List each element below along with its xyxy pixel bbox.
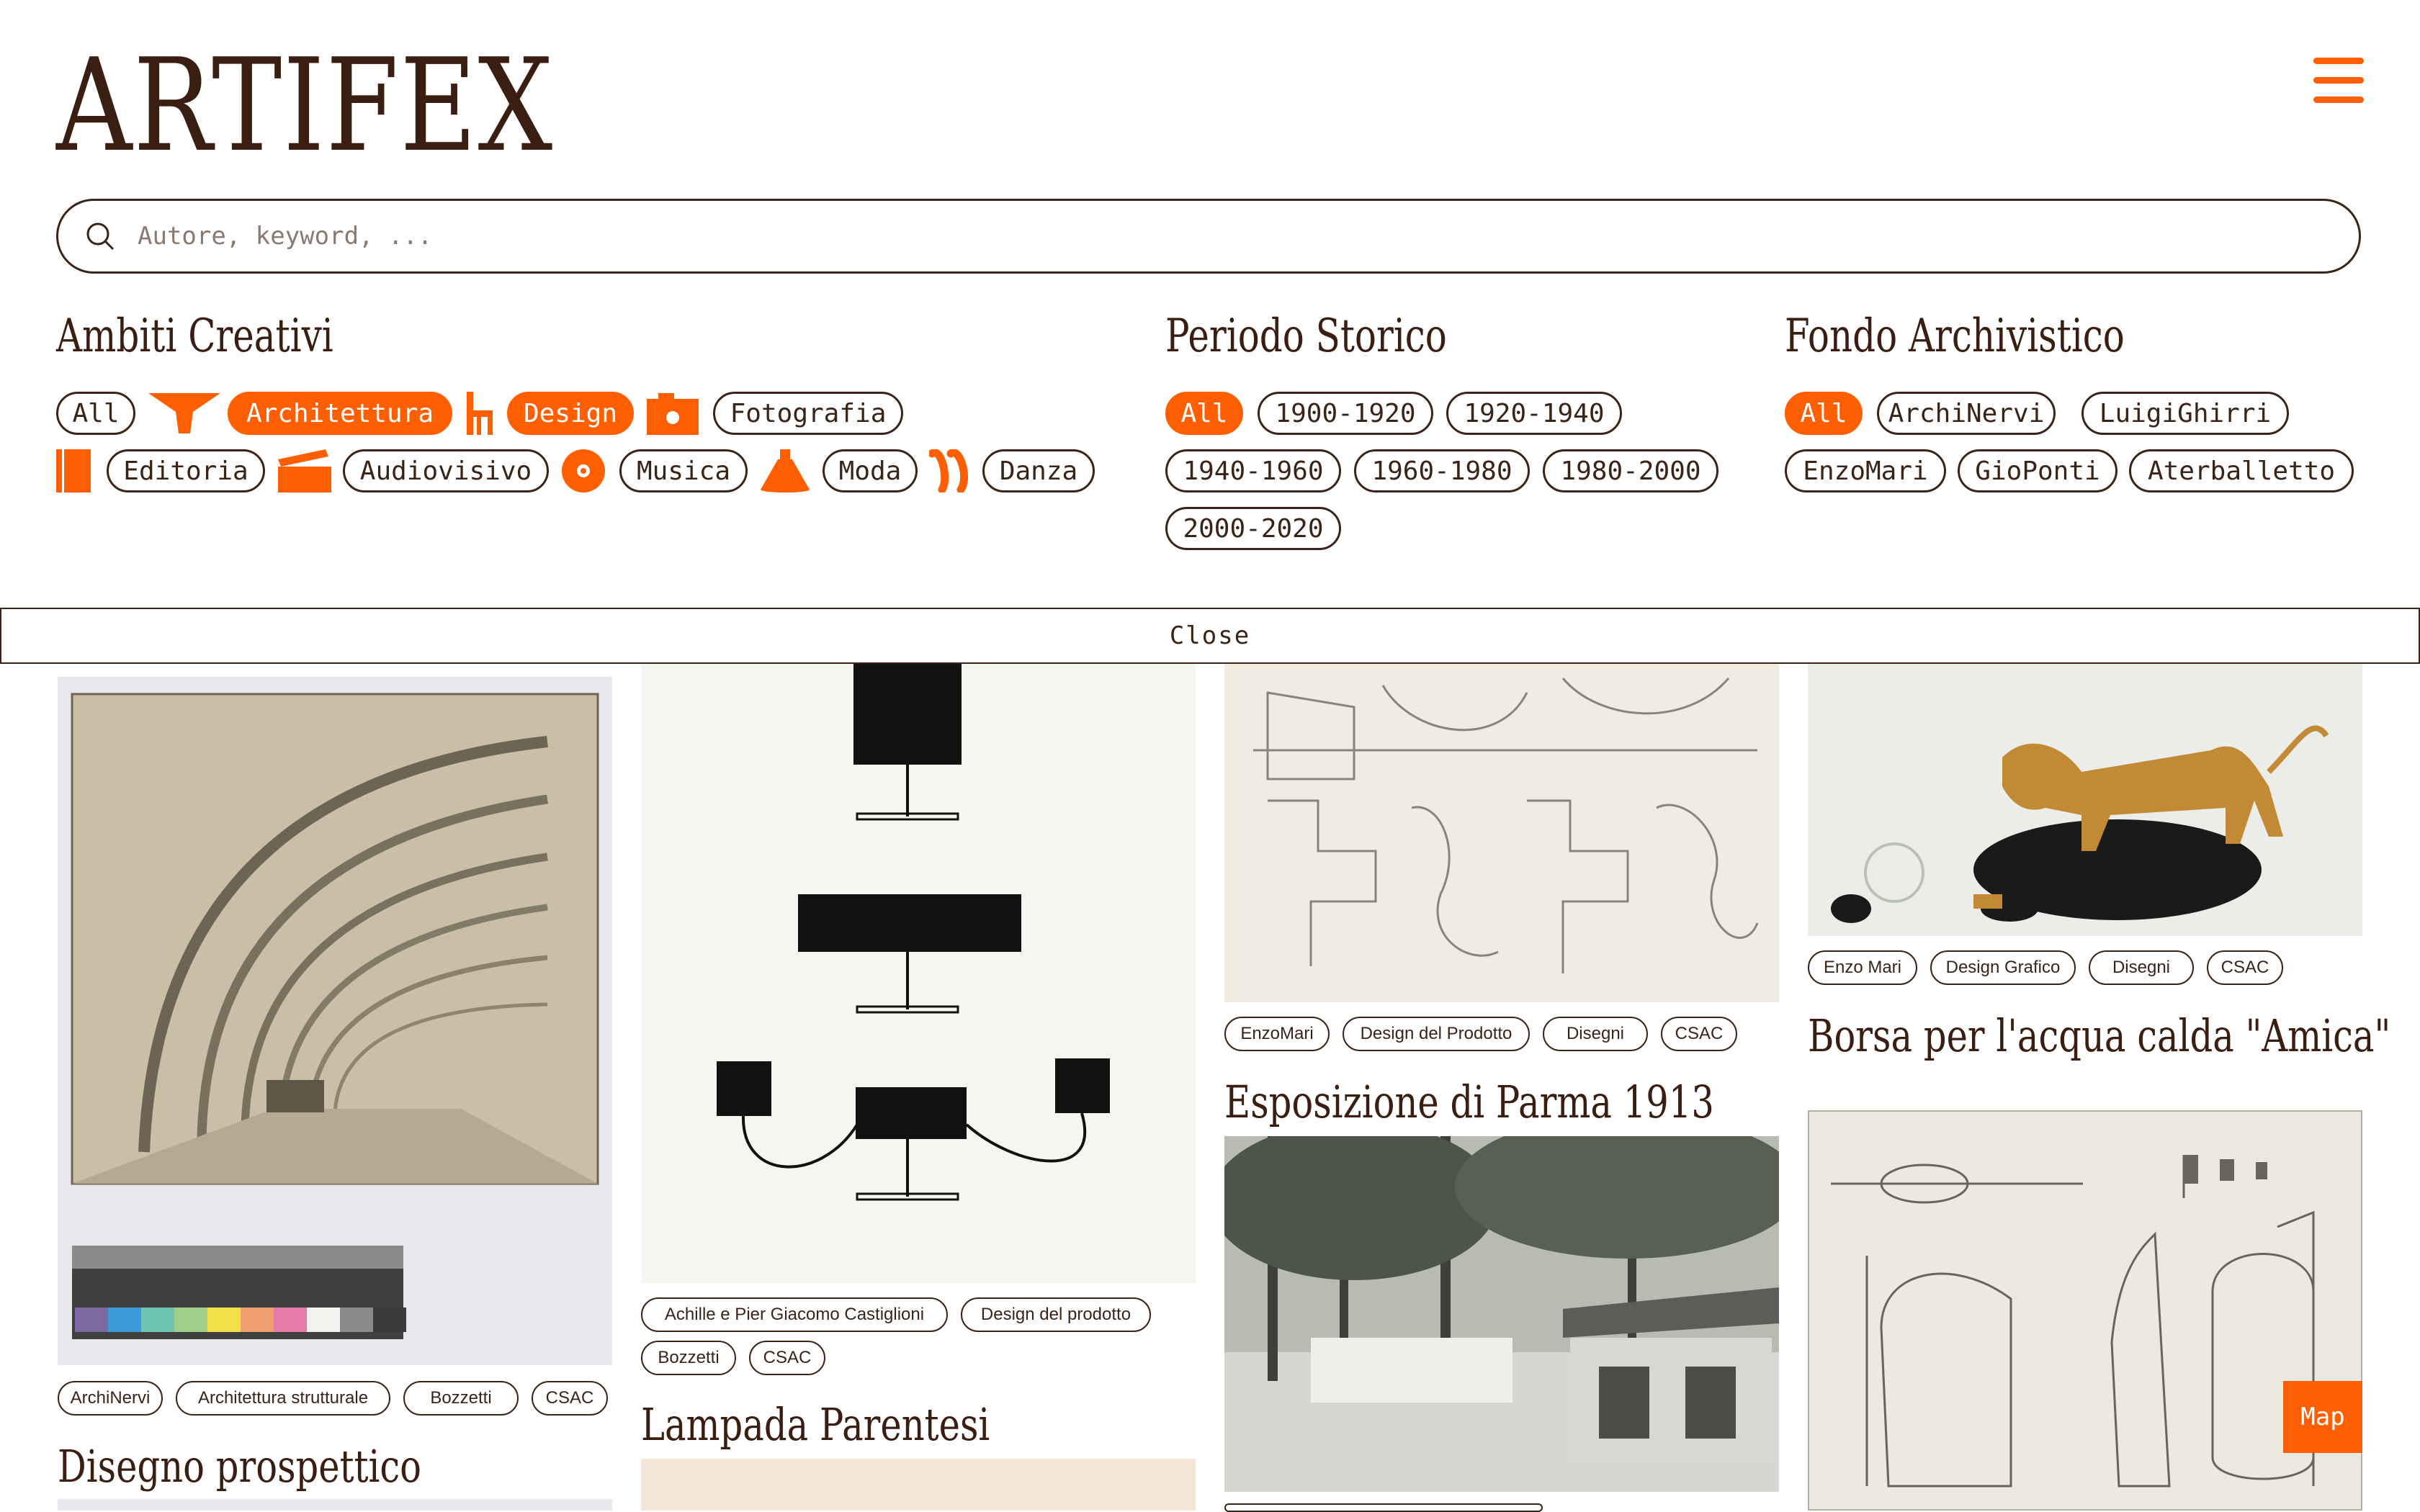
card-image-lampada[interactable]	[641, 664, 1196, 1283]
card-title-borsa-acqua-calda[interactable]: Borsa per l'acqua calda "Amica"	[1808, 1014, 2390, 1058]
ambiti-chip-musica[interactable]: Musica	[619, 449, 748, 492]
card-tag[interactable]: EnzoMari	[1224, 1017, 1330, 1051]
card-image-esposizione[interactable]	[1224, 1136, 1779, 1492]
search-bar[interactable]	[56, 199, 2361, 274]
periodo-chip-1920-1940[interactable]: 1920-1940	[1446, 392, 1622, 435]
fondo-chip-all[interactable]: All	[1785, 392, 1863, 435]
close-filters-button[interactable]: Close	[0, 608, 2420, 664]
card-tag[interactable]: ArchiNervi	[58, 1381, 163, 1416]
book-icon	[56, 449, 91, 492]
vinyl-record-icon	[562, 449, 605, 492]
ambiti-chip-architettura[interactable]: Architettura	[228, 392, 452, 435]
card-tag[interactable]: Enzo Mari	[1808, 950, 1917, 985]
card-tag[interactable]: Design Grafico	[1930, 950, 2076, 985]
card-tag[interactable]: CSAC	[2207, 950, 2283, 985]
hamburger-menu-icon[interactable]	[2313, 58, 2364, 104]
camera-icon	[647, 393, 699, 435]
ambiti-chip-moda[interactable]: Moda	[823, 449, 918, 492]
card-tag[interactable]: CSAC	[749, 1341, 825, 1375]
ambiti-chip-fotografia[interactable]: Fotografia	[713, 392, 903, 435]
card-title-disegno-prospettico[interactable]: Disegno prospettico	[58, 1444, 421, 1489]
color-patch	[241, 1308, 274, 1332]
fondo-chip-enzomari[interactable]: EnzoMari	[1785, 449, 1946, 492]
ambiti-chip-design[interactable]: Design	[507, 392, 634, 435]
architettura-icon	[148, 393, 220, 433]
card-image-next-2[interactable]	[641, 1459, 1196, 1511]
card-title-esposizione-parma[interactable]: Esposizione di Parma 1913	[1224, 1080, 1714, 1125]
color-patch	[307, 1308, 340, 1332]
color-patch	[274, 1308, 307, 1332]
fondo-archivistico-title: Fondo Archivistico	[1785, 310, 2125, 363]
color-patch	[373, 1308, 406, 1332]
card-tag[interactable]: CSAC	[1661, 1017, 1737, 1051]
color-patches	[75, 1308, 406, 1332]
ambiti-creativi-title: Ambiti Creativi	[56, 310, 333, 363]
color-patch	[75, 1308, 108, 1332]
periodo-chip-1960-1980[interactable]: 1960-1980	[1354, 449, 1530, 492]
card-tags-3-preview	[1224, 1503, 1543, 1512]
card-tag[interactable]: Disegni	[2089, 950, 2194, 985]
periodo-chip-2000-2020[interactable]: 2000-2020	[1165, 507, 1341, 550]
artifex-logo[interactable]: ARTIFEX	[56, 42, 554, 170]
color-patch	[141, 1308, 174, 1332]
card-image-arches[interactable]	[58, 677, 612, 1365]
card-title-lampada-parentesi[interactable]: Lampada Parentesi	[641, 1403, 990, 1447]
color-patch	[207, 1308, 241, 1332]
card-image-borsa[interactable]	[1808, 1110, 2362, 1511]
card-tag[interactable]: Bozzetti	[403, 1381, 519, 1416]
periodo-chip-1980-2000[interactable]: 1980-2000	[1543, 449, 1718, 492]
color-patch	[108, 1308, 141, 1332]
map-button[interactable]: Map	[2283, 1381, 2362, 1453]
periodo-chip-1900-1920[interactable]: 1900-1920	[1258, 392, 1433, 435]
fondo-chip-aterballetto[interactable]: Aterballetto	[2129, 449, 2354, 492]
ambiti-chip-audiovisivo[interactable]: Audiovisivo	[343, 449, 549, 492]
dress-icon	[761, 449, 810, 492]
ambiti-chip-all[interactable]: All	[56, 392, 135, 435]
card-tag[interactable]: Disegni	[1543, 1017, 1648, 1051]
card-tag[interactable]: CSAC	[532, 1381, 608, 1416]
fondo-chip-archinervi[interactable]: ArchiNervi	[1877, 392, 2056, 435]
ambiti-chip-danza[interactable]: Danza	[982, 449, 1095, 492]
card-tag[interactable]: Design del Prodotto	[1343, 1017, 1530, 1051]
periodo-storico-title: Periodo Storico	[1165, 310, 1447, 363]
color-patch	[340, 1308, 373, 1332]
card-image-lion[interactable]	[1808, 664, 2362, 936]
card-image-sketch[interactable]	[1224, 664, 1779, 1002]
card-tag[interactable]: Design del prodotto	[961, 1297, 1151, 1332]
periodo-chip-all[interactable]: All	[1165, 392, 1243, 435]
clapperboard-icon	[278, 449, 331, 492]
card-tag[interactable]: Bozzetti	[641, 1341, 736, 1375]
periodo-chip-1940-1960[interactable]: 1940-1960	[1165, 449, 1341, 492]
dance-icon	[929, 449, 969, 492]
ambiti-chip-editoria[interactable]: Editoria	[107, 449, 265, 492]
design-chair-icon	[467, 392, 493, 435]
fondo-chip-luigighirri[interactable]: LuigiGhirri	[2081, 392, 2289, 435]
card-image-next[interactable]	[58, 1499, 612, 1511]
fondo-chip-gioponti[interactable]: GioPonti	[1958, 449, 2118, 492]
search-input[interactable]	[136, 221, 2156, 251]
card-tag[interactable]: Architettura strutturale	[176, 1381, 390, 1416]
color-patch	[174, 1308, 207, 1332]
card-tag[interactable]: Achille e Pier Giacomo Castiglioni	[641, 1297, 948, 1332]
search-icon	[86, 222, 115, 251]
